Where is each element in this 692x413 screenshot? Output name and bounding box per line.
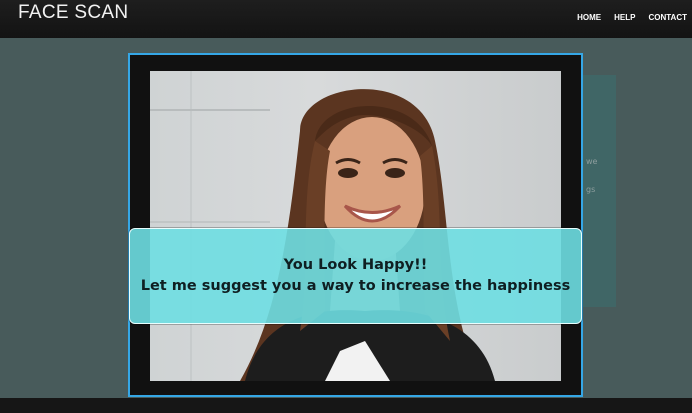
nav-home-link[interactable]: HOME [577, 13, 601, 22]
background-card-text: we [586, 157, 598, 166]
face-photo [150, 71, 561, 381]
result-headline: You Look Happy!! [283, 257, 428, 273]
result-banner: You Look Happy!! Let me suggest you a wa… [129, 228, 582, 324]
person-illustration [240, 89, 495, 381]
background-card-text: gs [586, 185, 596, 194]
nav-links: HOME HELP CONTACT [577, 13, 687, 22]
navbar: FACE SCAN HOME HELP CONTACT [0, 0, 692, 38]
footer [0, 398, 692, 413]
brand-logo[interactable]: FACE SCAN [18, 2, 128, 24]
face-scan-frame [128, 53, 583, 397]
nav-contact-link[interactable]: CONTACT [648, 13, 687, 22]
nav-help-link[interactable]: HELP [614, 13, 635, 22]
result-message: Let me suggest you a way to increase the… [140, 278, 571, 294]
